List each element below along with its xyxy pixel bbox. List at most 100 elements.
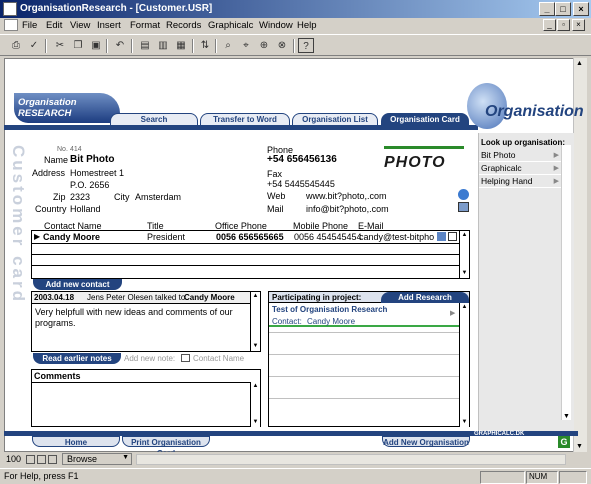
add-research-button[interactable]: Add Research bbox=[381, 292, 469, 303]
contacts-table: ▶ Candy Moore President 0056 656565665 0… bbox=[31, 230, 470, 279]
name-field[interactable]: Bit Photo bbox=[70, 154, 114, 165]
copy-icon[interactable]: ❐ bbox=[70, 38, 86, 53]
fax-field[interactable]: +54 5445545445 bbox=[267, 179, 335, 189]
tab-organisation-card[interactable]: Organisation Card bbox=[381, 113, 469, 125]
home-button[interactable]: Home bbox=[32, 436, 120, 447]
note-icon[interactable] bbox=[181, 354, 190, 362]
record-delete-icon[interactable]: ▦ bbox=[173, 38, 189, 53]
nav-divider bbox=[4, 125, 478, 130]
add-new-organisation-button[interactable]: Add New Organisation bbox=[382, 436, 470, 447]
notes-scrollbar[interactable]: ▲ ▼ bbox=[250, 292, 260, 351]
menu-format[interactable]: Format bbox=[130, 20, 160, 31]
city-label: City bbox=[114, 192, 130, 202]
contact-name-field[interactable]: Contact Name bbox=[193, 354, 244, 363]
zip-field[interactable]: 2323 bbox=[70, 192, 90, 202]
mail-label: Mail bbox=[267, 204, 284, 214]
doc-icon[interactable] bbox=[4, 19, 18, 31]
send-mail-icon[interactable] bbox=[437, 232, 446, 241]
help-icon[interactable]: ? bbox=[298, 38, 314, 53]
find-icon[interactable]: ⌕ bbox=[220, 38, 236, 53]
record-list-icon[interactable]: ▥ bbox=[155, 38, 171, 53]
window-title: OrganisationResearch - [Customer.USR] bbox=[20, 3, 213, 14]
title-bar: OrganisationResearch - [Customer.USR] _ … bbox=[0, 0, 591, 18]
lookup-item-helping-hand[interactable]: Helping Hand ▶ bbox=[479, 175, 561, 188]
add-new-note-label[interactable]: Add new note: bbox=[124, 354, 175, 363]
menu-records[interactable]: Records bbox=[166, 20, 201, 31]
note-date: 2003.04.18 bbox=[34, 293, 75, 302]
city-field[interactable]: Amsterdam bbox=[135, 192, 181, 202]
paste-icon[interactable]: ▣ bbox=[88, 38, 104, 53]
mdi-minimize-button[interactable]: _ bbox=[543, 19, 556, 31]
menu-view[interactable]: View bbox=[70, 20, 90, 31]
web-label: Web bbox=[267, 191, 286, 201]
tab-organisation-list[interactable]: Organisation List bbox=[292, 113, 378, 125]
print-icon[interactable]: ⎙ bbox=[8, 38, 24, 53]
menu-file[interactable]: File bbox=[22, 20, 37, 31]
lookup-item-bit-photo[interactable]: Bit Photo ▶ bbox=[479, 149, 561, 162]
menu-window[interactable]: Window bbox=[259, 20, 293, 31]
minimize-button[interactable]: _ bbox=[539, 2, 555, 16]
menu-insert[interactable]: Insert bbox=[97, 20, 121, 31]
toolbar: ⎙ ✓ ✂ ❐ ▣ ↶ ▤ ▥ ▦ ⇅ ⌕ ⌖ ⊕ ⊗ ? bbox=[0, 34, 591, 56]
status-text: For Help, press F1 bbox=[4, 471, 79, 481]
lookup-scrollbar[interactable]: ▼ bbox=[561, 145, 571, 420]
read-earlier-notes-button[interactable]: Read earlier notes bbox=[33, 353, 121, 364]
comments-scrollbar[interactable]: ▲ ▼ bbox=[250, 382, 260, 427]
address2-field[interactable]: P.O. 2656 bbox=[70, 180, 109, 190]
tab-transfer-to-word[interactable]: Transfer to Word bbox=[200, 113, 290, 125]
table-row[interactable]: ▶ Candy Moore President 0056 656565665 0… bbox=[32, 231, 459, 244]
mail-field[interactable]: info@bit?photo,.com bbox=[306, 204, 389, 214]
close-button[interactable]: × bbox=[573, 2, 589, 16]
research-title: Participating in project: bbox=[272, 293, 362, 302]
tab-search[interactable]: Search bbox=[110, 113, 198, 125]
sort-icon[interactable]: ⇅ bbox=[197, 38, 213, 53]
print-organisation-card-button[interactable]: Print Organisation Card bbox=[122, 436, 210, 458]
omit-icon[interactable]: ⊗ bbox=[274, 38, 290, 53]
zip-label: Zip bbox=[53, 192, 66, 202]
mdi-close-button[interactable]: × bbox=[572, 19, 585, 31]
address1-field[interactable]: Homestreet 1 bbox=[70, 168, 124, 178]
zoom-level[interactable]: 100 bbox=[6, 454, 21, 464]
menu-help[interactable]: Help bbox=[297, 20, 317, 31]
contact-detail-icon[interactable] bbox=[448, 232, 457, 241]
fax-label: Fax bbox=[267, 169, 283, 179]
zoom-out-icon[interactable] bbox=[26, 455, 35, 464]
list-item[interactable]: Test of Organisation Research Contact: C… bbox=[269, 303, 459, 327]
zoom-in-icon[interactable] bbox=[37, 455, 46, 464]
mail-icon[interactable] bbox=[458, 202, 469, 212]
add-new-contact-button[interactable]: Add new contact bbox=[33, 279, 122, 290]
customer-card-label: Customer card bbox=[9, 145, 28, 304]
address-label: Address bbox=[32, 168, 66, 178]
find-replace-icon[interactable]: ⊕ bbox=[256, 38, 272, 53]
menu-bar: File Edit View Insert Format Records Gra… bbox=[0, 18, 591, 34]
research-scrollbar[interactable]: ▲ ▼ bbox=[459, 303, 469, 427]
company-logo: PHOTO bbox=[384, 146, 464, 174]
horizontal-scrollbar[interactable] bbox=[136, 454, 566, 465]
phone-field[interactable]: +54 656456136 bbox=[267, 154, 337, 165]
menu-edit[interactable]: Edit bbox=[46, 20, 62, 31]
record-new-icon[interactable]: ▤ bbox=[137, 38, 153, 53]
contacts-scrollbar[interactable]: ▲ ▼ bbox=[459, 231, 469, 278]
table-row[interactable] bbox=[32, 244, 459, 255]
app-icon[interactable] bbox=[3, 2, 17, 16]
mode-select[interactable]: Browse ▼ bbox=[62, 453, 132, 465]
maximize-button[interactable]: □ bbox=[555, 2, 571, 16]
lookup-item-graphicalc[interactable]: Graphicalc ▶ bbox=[479, 162, 561, 175]
note-text[interactable]: Very helpfull with new ideas and comment… bbox=[35, 307, 245, 329]
status-area-icon[interactable] bbox=[48, 455, 57, 464]
cut-icon[interactable]: ✂ bbox=[52, 38, 68, 53]
no-value: 414 bbox=[70, 146, 82, 153]
table-row[interactable] bbox=[32, 255, 459, 266]
comments-box[interactable]: Comments ▲ ▼ bbox=[31, 369, 261, 427]
mdi-restore-button[interactable]: ▫ bbox=[557, 19, 570, 31]
country-field[interactable]: Holland bbox=[70, 204, 101, 214]
undo-icon[interactable]: ↶ bbox=[112, 38, 128, 53]
menu-graphicalc[interactable]: Graphicalc bbox=[208, 20, 253, 31]
find-next-icon[interactable]: ⌖ bbox=[238, 38, 254, 53]
project-contact-label: Contact: bbox=[272, 317, 302, 326]
spellcheck-icon[interactable]: ✓ bbox=[26, 38, 42, 53]
research-box: Participating in project: Add Research T… bbox=[268, 291, 470, 427]
web-field[interactable]: www.bit?photo,.com bbox=[306, 191, 387, 201]
web-globe-icon[interactable] bbox=[458, 189, 469, 200]
project-name[interactable]: Test of Organisation Research bbox=[272, 305, 387, 314]
